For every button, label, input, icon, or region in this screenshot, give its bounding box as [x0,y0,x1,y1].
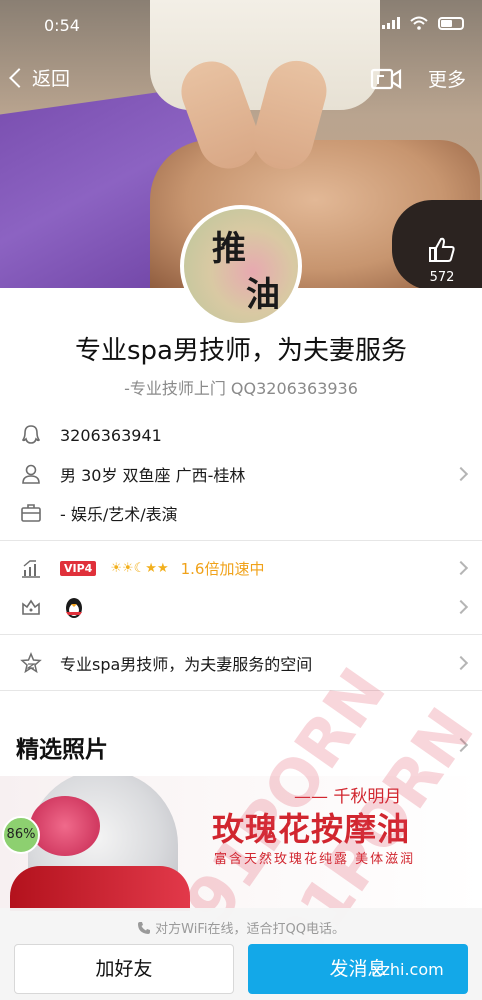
level-icons: ☀☀☾★★ [110,561,168,576]
more-button[interactable]: 更多 [428,65,466,92]
avatar-char: 推 [212,229,246,269]
basic-info: 男 30岁 双鱼座 广西-桂林 [60,466,246,485]
photos-section-title: 精选照片 [16,737,108,763]
vip-badge: VIP4 [60,560,97,576]
space-row[interactable]: 专业spa男技师，为夫妻服务的空间 [0,644,482,682]
nav-bar: 返回 更多 [0,56,482,104]
watermark-site: xzhi.com [372,960,444,979]
photo-oil [10,866,190,911]
divider [0,690,482,691]
add-friend-button[interactable]: 加好友 [14,944,234,994]
job-row: - 娱乐/艺术/表演 [0,494,482,532]
thumbs-up-icon [429,237,455,262]
profile-page: 0:54 返回 更多 572 推 油 专业spa男技师，为夫妻服务 -专业技师上… [0,0,482,1000]
divider [0,540,482,541]
level-row[interactable]: VIP4 ☀☀☾★★ 1.6倍加速中 [0,549,482,587]
bottom-action-bar: 对方WiFi在线，适合打QQ电话。 加好友 发消息 xzhi.com [0,908,482,1000]
call-hint-text: 对方WiFi在线，适合打QQ电话。 [155,922,345,937]
progress-badge: 86% [2,816,40,854]
level-info: VIP4 ☀☀☾★★ 1.6倍加速中 [60,558,264,579]
back-chevron-icon [9,67,29,88]
phone-icon [138,922,151,934]
back-button[interactable]: 返回 [9,64,71,91]
chevron-right-icon [453,599,469,615]
status-icons [382,16,464,30]
nickname: 专业spa男技师，为夫妻服务 [75,336,407,366]
briefcase-icon [21,504,41,522]
photo-roses [30,796,100,856]
like-button[interactable]: 572 [422,236,462,285]
like-count: 572 [429,270,455,285]
basic-info-row[interactable]: 男 30岁 双鱼座 广西-桂林 [0,455,482,493]
chevron-right-icon [453,466,469,482]
battery-icon [438,16,464,30]
signal-icon [382,17,400,29]
star-space-icon [20,652,42,674]
status-time: 0:54 [44,16,80,35]
space-label: 专业spa男技师，为夫妻服务的空间 [60,655,313,674]
pet-row[interactable] [0,588,482,626]
crown-icon [22,599,40,615]
job-info: - 娱乐/艺术/表演 [60,505,178,524]
chevron-right-icon [453,560,469,576]
qq-number-row[interactable]: 3206363941 [0,416,482,454]
avatar[interactable]: 推 油 [180,205,302,327]
status-bar: 0:54 [0,0,482,44]
divider [0,634,482,635]
back-label: 返回 [32,68,71,90]
user-icon [22,464,40,484]
qq-icon [21,425,41,444]
avatar-char: 油 [246,275,280,315]
level-chart-icon [22,560,40,578]
qq-number: 3206363941 [60,425,162,445]
chevron-right-icon [453,655,469,671]
call-hint: 对方WiFi在线，适合打QQ电话。 [0,918,482,937]
qq-penguin-icon [66,598,82,618]
video-call-icon[interactable] [370,66,402,92]
speed-text: 1.6倍加速中 [180,559,265,578]
signature: -专业技师上门 QQ3206363936 [124,379,358,398]
wifi-icon [410,16,428,30]
level-stars-icon: ☀☀☾★★ [110,560,169,576]
